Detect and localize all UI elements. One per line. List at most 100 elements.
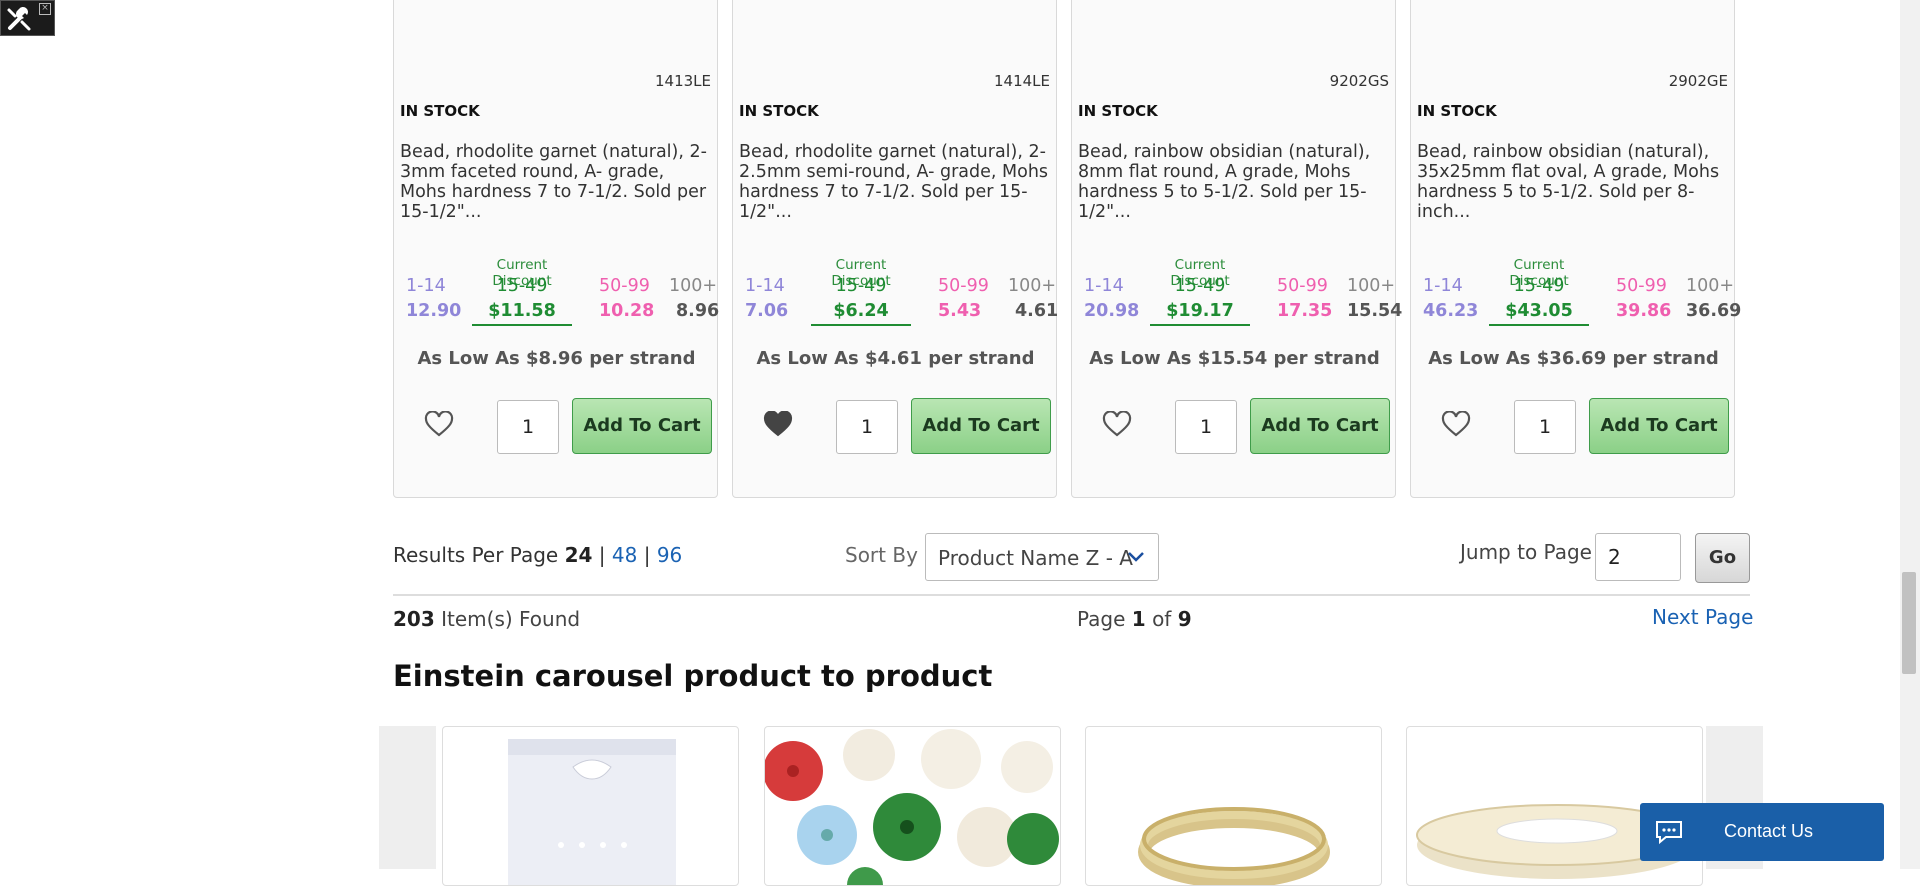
tier-price: 36.69	[1686, 301, 1742, 321]
scrollbar[interactable]	[1900, 0, 1920, 869]
product-description[interactable]: Bead, rainbow obsidian (natural), 35x25m…	[1417, 142, 1729, 222]
carousel-card[interactable]	[442, 726, 739, 886]
carousel-title: Einstein carousel product to product	[393, 659, 993, 693]
contact-us-button[interactable]: Contact Us	[1640, 803, 1884, 861]
items-found: 203 Item(s) Found	[393, 607, 580, 631]
carousel-card[interactable]	[1085, 726, 1382, 886]
tier-qty: 15-49	[496, 276, 548, 296]
tier-qty: 15-49	[1174, 276, 1226, 296]
tier-price: 7.06	[745, 301, 789, 321]
add-to-cart-button[interactable]: Add To Cart	[1250, 398, 1390, 454]
add-to-cart-button[interactable]: Add To Cart	[911, 398, 1051, 454]
current-price: $6.24	[833, 301, 889, 321]
as-low-as: As Low As $15.54 per strand	[1089, 348, 1380, 369]
stock-status: IN STOCK	[400, 102, 480, 120]
results-per-page-current: 24	[564, 543, 593, 567]
tier-price: 4.61	[1015, 301, 1059, 321]
tier-qty: 1-14	[1084, 276, 1124, 296]
as-low-as: As Low As $36.69 per strand	[1428, 348, 1719, 369]
total-pages: 9	[1177, 607, 1192, 631]
product-card: 9202GS IN STOCK Bead, rainbow obsidian (…	[1071, 0, 1402, 498]
product-sku: 1413LE	[654, 72, 711, 90]
quantity-input[interactable]: 1	[1514, 400, 1576, 454]
current-price: $11.58	[488, 301, 556, 321]
product-sku: 2902GE	[1668, 72, 1728, 90]
current-discount-underline	[472, 324, 572, 326]
current-page: 1	[1131, 607, 1146, 631]
product-sku: 1414LE	[993, 72, 1050, 90]
product-image	[765, 729, 1059, 885]
current-discount-underline	[811, 324, 911, 326]
quantity-input[interactable]: 1	[1175, 400, 1237, 454]
heart-filled-icon[interactable]	[763, 411, 793, 437]
tier-qty: 50-99	[1277, 276, 1328, 296]
current-price: $43.05	[1505, 301, 1573, 321]
product-image	[508, 739, 676, 885]
tier-qty: 100+	[1686, 276, 1735, 296]
chevron-down-icon	[1128, 552, 1144, 562]
tier-qty: 50-99	[1616, 276, 1667, 296]
product-description[interactable]: Bead, rhodolite garnet (natural), 2-2.5m…	[739, 142, 1051, 222]
product-card: 2902GE IN STOCK Bead, rainbow obsidian (…	[1410, 0, 1741, 498]
heart-outline-icon[interactable]	[1102, 411, 1132, 437]
sort-by-label: Sort By	[845, 543, 918, 567]
chat-icon	[1656, 821, 1682, 845]
as-low-as: As Low As $4.61 per strand	[756, 348, 1035, 369]
current-discount-underline	[1150, 324, 1250, 326]
devtools-widget[interactable]: ×	[0, 0, 55, 36]
jump-to-page-input[interactable]: 2	[1595, 533, 1681, 581]
tier-qty: 1-14	[406, 276, 446, 296]
heart-outline-icon[interactable]	[1441, 411, 1471, 437]
product-card: 1414LE IN STOCK Bead, rhodolite garnet (…	[732, 0, 1059, 498]
contact-us-label: Contact Us	[1724, 821, 1814, 841]
current-discount-underline	[1489, 324, 1589, 326]
results-per-page-label: Results Per Page	[393, 543, 559, 567]
tier-price: 17.35	[1277, 301, 1333, 321]
product-card: 1413LE IN STOCK Bead, rhodolite garnet (…	[393, 0, 719, 498]
tier-qty: 15-49	[835, 276, 887, 296]
next-page-link[interactable]: Next Page	[1652, 605, 1753, 629]
tier-price: 20.98	[1084, 301, 1140, 321]
results-per-page: Results Per Page 24 | 48 | 96	[393, 543, 682, 567]
stock-status: IN STOCK	[739, 102, 819, 120]
tier-price: 12.90	[406, 301, 462, 321]
product-description[interactable]: Bead, rainbow obsidian (natural), 8mm fl…	[1078, 142, 1390, 222]
tier-qty: 50-99	[599, 276, 650, 296]
page-of: of	[1152, 607, 1172, 631]
tier-price: 15.54	[1347, 301, 1403, 321]
items-found-label: Item(s) Found	[441, 607, 581, 631]
heart-outline-icon[interactable]	[424, 411, 454, 437]
separator: |	[643, 543, 651, 567]
scrollbar-thumb[interactable]	[1902, 572, 1916, 674]
stock-status: IN STOCK	[1417, 102, 1497, 120]
carousel-prev-button[interactable]	[379, 726, 436, 869]
product-image	[1138, 807, 1330, 885]
add-to-cart-button[interactable]: Add To Cart	[572, 398, 712, 454]
product-sku: 9202GS	[1329, 72, 1389, 90]
product-description[interactable]: Bead, rhodolite garnet (natural), 2-3mm …	[400, 142, 712, 222]
tier-qty: 1-14	[1423, 276, 1463, 296]
tier-price: 5.43	[938, 301, 982, 321]
items-found-count: 203	[393, 607, 435, 631]
tier-price: 10.28	[599, 301, 655, 321]
go-button[interactable]: Go	[1695, 533, 1750, 583]
results-per-page-48[interactable]: 48	[612, 543, 637, 567]
quantity-input[interactable]: 1	[836, 400, 898, 454]
current-price: $19.17	[1166, 301, 1234, 321]
tier-price: 39.86	[1616, 301, 1672, 321]
quantity-input[interactable]: 1	[497, 400, 559, 454]
tier-qty: 50-99	[938, 276, 989, 296]
close-icon[interactable]: ×	[39, 3, 51, 15]
jump-to-page-label: Jump to Page	[1460, 540, 1592, 564]
tier-qty: 100+	[1008, 276, 1057, 296]
carousel-card[interactable]	[764, 726, 1061, 886]
page-indicator: Page 1 of 9	[1077, 607, 1192, 631]
stock-status: IN STOCK	[1078, 102, 1158, 120]
sort-select-value: Product Name Z - A	[938, 546, 1133, 570]
sort-select[interactable]: Product Name Z - A	[925, 533, 1159, 581]
tier-price: 46.23	[1423, 301, 1479, 321]
tier-qty: 100+	[669, 276, 718, 296]
results-per-page-96[interactable]: 96	[657, 543, 682, 567]
page-prefix: Page	[1077, 607, 1126, 631]
add-to-cart-button[interactable]: Add To Cart	[1589, 398, 1729, 454]
